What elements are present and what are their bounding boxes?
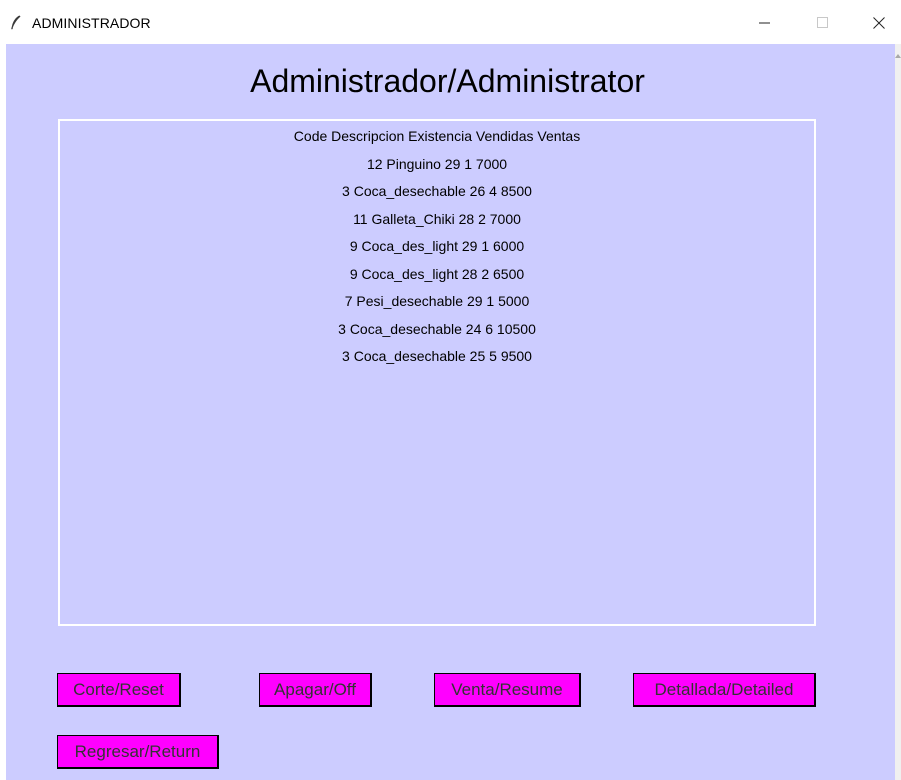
resume-button[interactable]: Venta/Resume (434, 673, 581, 707)
off-button[interactable]: Apagar/Off (259, 673, 372, 707)
list-header[interactable]: Code Descripcion Existencia Vendidas Ven… (60, 123, 814, 151)
scrollbar[interactable] (895, 44, 901, 780)
list-item[interactable]: 7 Pesi_desechable 29 1 5000 (60, 288, 814, 316)
list-item[interactable]: 3 Coca_desechable 25 5 9500 (60, 343, 814, 371)
list-item[interactable]: 12 Pinguino 29 1 7000 (60, 151, 814, 179)
maximize-button[interactable] (800, 8, 846, 38)
close-icon (873, 17, 885, 29)
maximize-icon (817, 17, 828, 28)
list-item[interactable]: 3 Coca_desechable 26 4 8500 (60, 178, 814, 206)
return-button[interactable]: Regresar/Return (57, 735, 219, 769)
list-item[interactable]: 11 Galleta_Chiki 28 2 7000 (60, 206, 814, 234)
window-title: ADMINISTRADOR (32, 15, 151, 31)
reset-button[interactable]: Corte/Reset (57, 673, 181, 707)
feather-icon (8, 14, 24, 30)
title-bar: ADMINISTRADOR (0, 0, 901, 44)
list-item[interactable]: 9 Coca_des_light 29 1 6000 (60, 233, 814, 261)
list-item[interactable]: 3 Coca_desechable 24 6 10500 (60, 316, 814, 344)
minimize-button[interactable] (742, 8, 788, 38)
sales-listbox[interactable]: Code Descripcion Existencia Vendidas Ven… (58, 119, 816, 626)
list-item[interactable]: 9 Coca_des_light 28 2 6500 (60, 261, 814, 289)
page-title: Administrador/Administrator (250, 63, 645, 99)
minimize-icon (759, 22, 770, 24)
close-button[interactable] (856, 8, 901, 38)
detailed-button[interactable]: Detallada/Detailed (633, 673, 816, 707)
